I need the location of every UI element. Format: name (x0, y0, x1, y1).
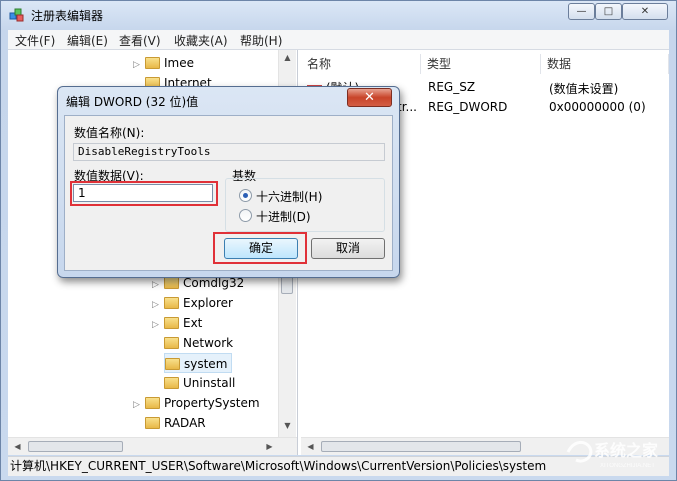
column-header-data[interactable]: 数据 (541, 54, 669, 74)
menu-help[interactable]: 帮助(H) (240, 32, 282, 49)
registry-editor-app-icon (9, 7, 25, 23)
dialog-title: 编辑 DWORD (32 位)值 (66, 95, 199, 109)
minimize-button[interactable]: — (568, 3, 595, 20)
tree-item[interactable]: ▷ Ext (152, 313, 202, 333)
edit-dword-dialog: 编辑 DWORD (32 位)值 ✕ 数值名称(N): DisableRegis… (57, 86, 400, 278)
value-name-field: DisableRegistryTools (73, 143, 385, 161)
menu-favorites[interactable]: 收藏夹(A) (174, 32, 228, 49)
dialog-body: 数值名称(N): DisableRegistryTools 数值数据(V): 1… (64, 115, 393, 271)
column-header-type[interactable]: 类型 (421, 54, 541, 74)
title-bar: 注册表编辑器 — □ ✕ (1, 1, 676, 29)
maximize-button[interactable]: □ (595, 3, 622, 20)
radio-hex-label[interactable]: 十六进制(H) (256, 188, 322, 205)
tree-item-label: RADAR (164, 416, 206, 430)
close-button[interactable]: ✕ (622, 3, 668, 20)
expand-arrow-icon[interactable]: ▷ (133, 55, 145, 75)
tree-item[interactable]: ▷ Imee (133, 53, 194, 73)
window-title: 注册表编辑器 (31, 9, 104, 23)
svg-text:系统之家: 系统之家 (594, 441, 659, 460)
tree-item-label: Comdlg32 (183, 276, 245, 290)
tree-item-label: system (184, 357, 228, 371)
folder-icon (145, 417, 160, 429)
tree-item-label: Uninstall (183, 376, 236, 390)
folder-icon (165, 358, 180, 370)
scroll-right-arrow-icon[interactable]: ▶ (262, 439, 277, 454)
folder-icon (164, 377, 179, 389)
tree-item-label: Imee (164, 56, 194, 70)
watermark-logo: 系统之家 XITONGZHIJIA.NET (560, 432, 670, 472)
dialog-close-button[interactable]: ✕ (347, 88, 392, 107)
value-type: REG_DWORD (428, 100, 508, 114)
tree-horizontal-scrollbar[interactable]: ◀ ▶ (8, 437, 297, 455)
tree-item[interactable]: ▷ PropertySystem (133, 393, 260, 413)
value-type: REG_SZ (428, 80, 476, 94)
menu-bar: 文件(F) 编辑(E) 查看(V) 收藏夹(A) 帮助(H) (8, 30, 669, 50)
expand-arrow-icon[interactable]: ▷ (152, 315, 164, 335)
menu-file[interactable]: 文件(F) (15, 32, 55, 49)
tree-item[interactable]: RADAR (133, 413, 206, 433)
expand-arrow-icon[interactable]: ▷ (133, 395, 145, 415)
expand-arrow-icon[interactable]: ▷ (152, 275, 164, 295)
tree-item[interactable]: ▷ Explorer (152, 293, 233, 313)
radio-hex[interactable] (239, 189, 252, 202)
tree-item-label: Ext (183, 316, 203, 330)
folder-icon (164, 297, 179, 309)
scrollbar-thumb[interactable] (321, 441, 521, 452)
tree-item[interactable]: Uninstall (152, 373, 235, 393)
tree-item-selected[interactable]: system (164, 353, 233, 373)
scrollbar-thumb[interactable] (28, 441, 123, 452)
tree-item[interactable]: Network (152, 333, 233, 353)
folder-icon (164, 277, 179, 289)
expand-arrow-icon[interactable]: ▷ (152, 295, 164, 315)
folder-icon (164, 337, 179, 349)
scrollbar-thumb[interactable] (281, 276, 293, 294)
scroll-down-arrow-icon[interactable]: ▼ (280, 418, 295, 433)
column-header-name[interactable]: 名称 (301, 54, 421, 74)
menu-edit[interactable]: 编辑(E) (67, 32, 108, 49)
value-name-label: 数值名称(N): (74, 126, 145, 140)
radio-decimal-label[interactable]: 十进制(D) (256, 208, 311, 225)
folder-icon (145, 397, 160, 409)
ok-button[interactable]: 确定 (224, 238, 298, 259)
scroll-left-arrow-icon[interactable]: ◀ (10, 439, 25, 454)
folder-icon (145, 57, 160, 69)
tree-item-label: PropertySystem (164, 396, 260, 410)
radio-decimal[interactable] (239, 209, 252, 222)
scroll-up-arrow-icon[interactable]: ▲ (280, 50, 295, 65)
svg-text:XITONGZHIJIA.NET: XITONGZHIJIA.NET (600, 463, 655, 469)
menu-view[interactable]: 查看(V) (119, 32, 161, 49)
value-data: 0x00000000 (0) (549, 100, 646, 114)
folder-icon (164, 317, 179, 329)
highlight-box-data (70, 181, 218, 206)
tree-item-label: Network (183, 336, 234, 350)
scroll-left-arrow-icon[interactable]: ◀ (303, 439, 318, 454)
tree-item-label: Explorer (183, 296, 233, 310)
value-data: (数值未设置) (549, 82, 619, 96)
cancel-button[interactable]: 取消 (311, 238, 385, 259)
